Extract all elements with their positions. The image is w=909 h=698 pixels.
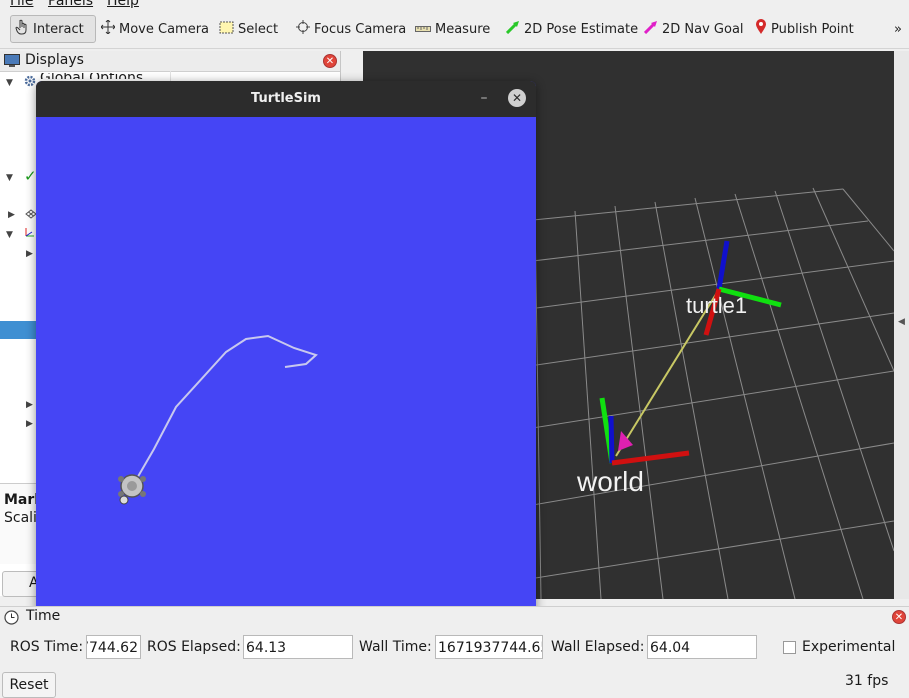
menu-help[interactable]: Help xyxy=(107,0,139,9)
gear-icon xyxy=(24,75,36,91)
turtle-sprite xyxy=(118,474,146,505)
ruler-icon xyxy=(415,22,431,37)
collapse-arrow-icon[interactable]: ▶ xyxy=(26,419,33,429)
wall-elapsed-value: 64.04 xyxy=(650,640,691,656)
ros-time-field[interactable]: 1671937744.62 xyxy=(86,635,141,659)
expand-arrow-icon[interactable]: ▼ xyxy=(6,230,13,240)
wall-elapsed-label: Wall Elapsed: xyxy=(551,639,645,655)
wall-time-label: Wall Time: xyxy=(359,639,432,655)
menubar: File Panels Help xyxy=(0,0,909,10)
move-arrows-icon xyxy=(100,19,116,38)
experimental-label: Experimental xyxy=(802,639,896,655)
menu-file[interactable]: File xyxy=(10,0,33,9)
focus-camera-tool-button[interactable]: Focus Camera xyxy=(296,15,406,43)
collapse-arrow-icon[interactable]: ▶ xyxy=(8,210,15,220)
monitor-icon xyxy=(4,54,20,72)
move-camera-label: Move Camera xyxy=(119,21,210,37)
tf-axes-icon xyxy=(24,226,36,242)
collapse-arrow-icon[interactable]: ▶ xyxy=(26,249,33,259)
select-box-icon xyxy=(219,21,234,38)
focus-camera-label: Focus Camera xyxy=(314,21,407,37)
publish-point-label: Publish Point xyxy=(771,21,854,37)
ros-time-label: ROS Time: xyxy=(10,639,84,655)
toolbar: Interact Move Camera Select Focus Camera… xyxy=(0,12,909,49)
turtle1-frame-label: turtle1 xyxy=(686,293,747,318)
turtlesim-window[interactable]: TurtleSim – ✕ xyxy=(36,81,536,617)
nav-goal-label: 2D Nav Goal xyxy=(662,21,744,37)
ros-elapsed-value: 64.13 xyxy=(246,640,287,656)
turtle1-frame-axes xyxy=(703,240,782,336)
clock-icon xyxy=(4,610,19,629)
turtlesim-canvas xyxy=(118,334,318,505)
reset-button[interactable]: Reset xyxy=(2,672,56,698)
ros-time-value: 1671937744.62 xyxy=(87,640,138,656)
menu-panels[interactable]: Panels xyxy=(48,0,93,9)
wall-time-value: 1671937744.65 xyxy=(438,640,543,656)
close-icon[interactable]: ✕ xyxy=(892,610,906,624)
time-panel-title: Time xyxy=(26,608,61,624)
pose-estimate-tool-button[interactable]: 2D Pose Estimate xyxy=(505,15,639,43)
minimize-button[interactable]: – xyxy=(476,89,492,109)
toolbar-overflow-button[interactable]: » xyxy=(894,15,902,43)
ros-elapsed-field[interactable]: 64.13 xyxy=(243,635,353,659)
checkmark-icon: ✓ xyxy=(24,167,37,185)
fps-readout: 31 fps xyxy=(845,673,889,689)
expand-left-icon: ◀ xyxy=(898,317,905,327)
global-options-label: Global Options xyxy=(40,73,143,79)
displays-header: Displays ✕ xyxy=(0,51,340,72)
expand-arrow-icon[interactable]: ▼ xyxy=(6,173,13,183)
magenta-arrow-icon xyxy=(643,20,658,38)
measure-label: Measure xyxy=(435,21,491,37)
ros-elapsed-label: ROS Elapsed: xyxy=(147,639,241,655)
crosshair-icon xyxy=(296,20,310,38)
green-arrow-icon xyxy=(505,20,520,38)
move-camera-tool-button[interactable]: Move Camera xyxy=(100,15,210,43)
turtle-trail xyxy=(135,334,318,481)
interact-label: Interact xyxy=(33,21,84,37)
time-panel: Time ✕ ROS Time: 1671937744.62 ROS Elaps… xyxy=(0,606,909,698)
close-icon[interactable]: ✕ xyxy=(323,54,337,68)
expand-arrow-icon[interactable]: ▼ xyxy=(6,78,13,88)
measure-tool-button[interactable]: Measure xyxy=(415,15,490,43)
map-pin-icon xyxy=(755,19,767,39)
publish-point-tool-button[interactable]: Publish Point xyxy=(755,15,854,43)
select-label: Select xyxy=(238,21,279,37)
select-tool-button[interactable]: Select xyxy=(219,15,278,43)
interact-tool-button[interactable]: Interact xyxy=(10,15,96,43)
right-dock-handle[interactable]: ◀ xyxy=(894,51,909,599)
pose-estimate-label: 2D Pose Estimate xyxy=(524,21,639,37)
close-button[interactable]: ✕ xyxy=(508,89,526,107)
turtlesim-title: TurtleSim xyxy=(251,91,321,106)
world-frame-label: world xyxy=(576,466,644,497)
wall-time-field[interactable]: 1671937744.65 xyxy=(435,635,543,659)
hand-pointer-icon xyxy=(15,19,29,39)
turtlesim-titlebar[interactable]: TurtleSim – ✕ xyxy=(36,81,536,117)
nav-goal-tool-button[interactable]: 2D Nav Goal xyxy=(643,15,744,43)
collapse-arrow-icon[interactable]: ▶ xyxy=(26,400,33,410)
experimental-checkbox[interactable] xyxy=(783,641,796,654)
displays-title: Displays xyxy=(25,52,84,68)
wall-elapsed-field[interactable]: 64.04 xyxy=(647,635,757,659)
description-text: Scali xyxy=(4,510,37,526)
